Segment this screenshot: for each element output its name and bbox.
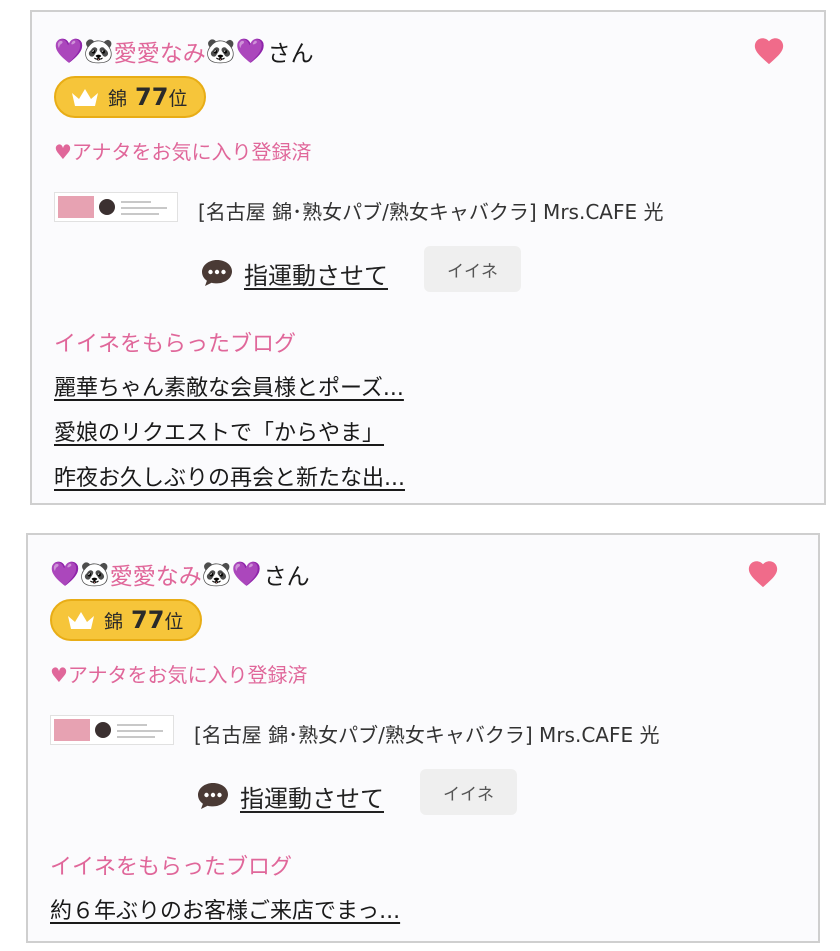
comment-bubble-icon — [202, 260, 232, 286]
rank-number: 77 — [135, 83, 169, 111]
shop-thumbnail[interactable] — [50, 715, 174, 745]
like-button[interactable]: イイネ — [424, 246, 521, 292]
panda-icon: 🐼 — [83, 37, 114, 65]
list-item: 約６年ぶりのお客様ご来店でまっ... — [50, 893, 400, 938]
honorific: さん — [263, 564, 310, 590]
purple-heart-icon: 💜 — [231, 560, 262, 588]
rank-badge[interactable]: 錦 77 位 — [50, 599, 202, 641]
shop-thumbnail[interactable] — [54, 192, 178, 222]
like-button[interactable]: イイネ — [420, 769, 517, 815]
purple-heart-icon: 💜 — [50, 560, 80, 588]
user-name[interactable]: 愛愛なみ — [110, 557, 202, 591]
rank-area: 錦 — [108, 87, 128, 110]
user-name[interactable]: 愛愛なみ — [114, 34, 206, 68]
favorite-heart-icon[interactable] — [752, 34, 786, 68]
blog-link[interactable]: 愛娘のリクエストで「からやま」 — [54, 421, 384, 446]
purple-heart-icon: 💜 — [235, 37, 266, 65]
liked-blogs-heading: イイネをもらったブログ — [50, 855, 293, 880]
purple-heart-icon: 💜 — [54, 37, 84, 65]
user-name-row[interactable]: 💜 🐼 愛愛なみ 🐼 💜 さん — [50, 557, 310, 591]
panda-icon: 🐼 — [201, 560, 232, 588]
blog-link[interactable]: 昨夜お久しぶりの再会と新たな出... — [54, 466, 405, 491]
rank-suffix: 位 — [164, 610, 184, 633]
shop-info[interactable]: [名古屋 錦･熟女パブ/熟女キャバクラ] Mrs.CAFE 光 — [198, 196, 663, 225]
list-item: 愛娘のリクエストで「からやま」 — [54, 415, 405, 460]
list-item: 昨夜お久しぶりの再会と新たな出... — [54, 460, 405, 505]
panda-icon: 🐼 — [79, 560, 110, 588]
user-card: 💜 🐼 愛愛なみ 🐼 💜 さん 錦 77 位 ♥アナタをお気に入り登録済 [名古… — [26, 533, 820, 943]
honorific: さん — [267, 41, 314, 67]
comment-link[interactable]: 指運動させて — [244, 256, 388, 291]
user-name-row[interactable]: 💜 🐼 愛愛なみ 🐼 💜 さん — [54, 34, 314, 68]
rank-area: 錦 — [104, 610, 124, 633]
rank-number: 77 — [131, 606, 165, 634]
comment-link[interactable]: 指運動させて — [240, 779, 384, 814]
user-card: 💜 🐼 愛愛なみ 🐼 💜 さん 錦 77 位 ♥アナタをお気に入り登録済 [名古… — [30, 10, 826, 505]
favorite-status: ♥アナタをお気に入り登録済 — [50, 663, 308, 687]
shop-info[interactable]: [名古屋 錦･熟女パブ/熟女キャバクラ] Mrs.CAFE 光 — [194, 719, 659, 748]
blog-link[interactable]: 約６年ぶりのお客様ご来店でまっ... — [50, 899, 400, 924]
panda-icon: 🐼 — [205, 37, 236, 65]
rank-badge[interactable]: 錦 77 位 — [54, 76, 206, 118]
liked-blog-list: 約６年ぶりのお客様ご来店でまっ... — [50, 893, 400, 938]
list-item: 麗華ちゃん素敵な会員様とポーズ... — [54, 370, 405, 415]
liked-blog-list: 麗華ちゃん素敵な会員様とポーズ... 愛娘のリクエストで「からやま」 昨夜お久し… — [54, 370, 405, 505]
crown-icon — [68, 612, 94, 629]
liked-blogs-heading: イイネをもらったブログ — [54, 332, 297, 357]
crown-icon — [72, 89, 98, 106]
comment-bubble-icon — [198, 783, 228, 809]
rank-suffix: 位 — [168, 87, 188, 110]
favorite-heart-icon[interactable] — [746, 557, 780, 591]
favorite-status: ♥アナタをお気に入り登録済 — [54, 140, 312, 164]
blog-link[interactable]: 麗華ちゃん素敵な会員様とポーズ... — [54, 376, 404, 401]
